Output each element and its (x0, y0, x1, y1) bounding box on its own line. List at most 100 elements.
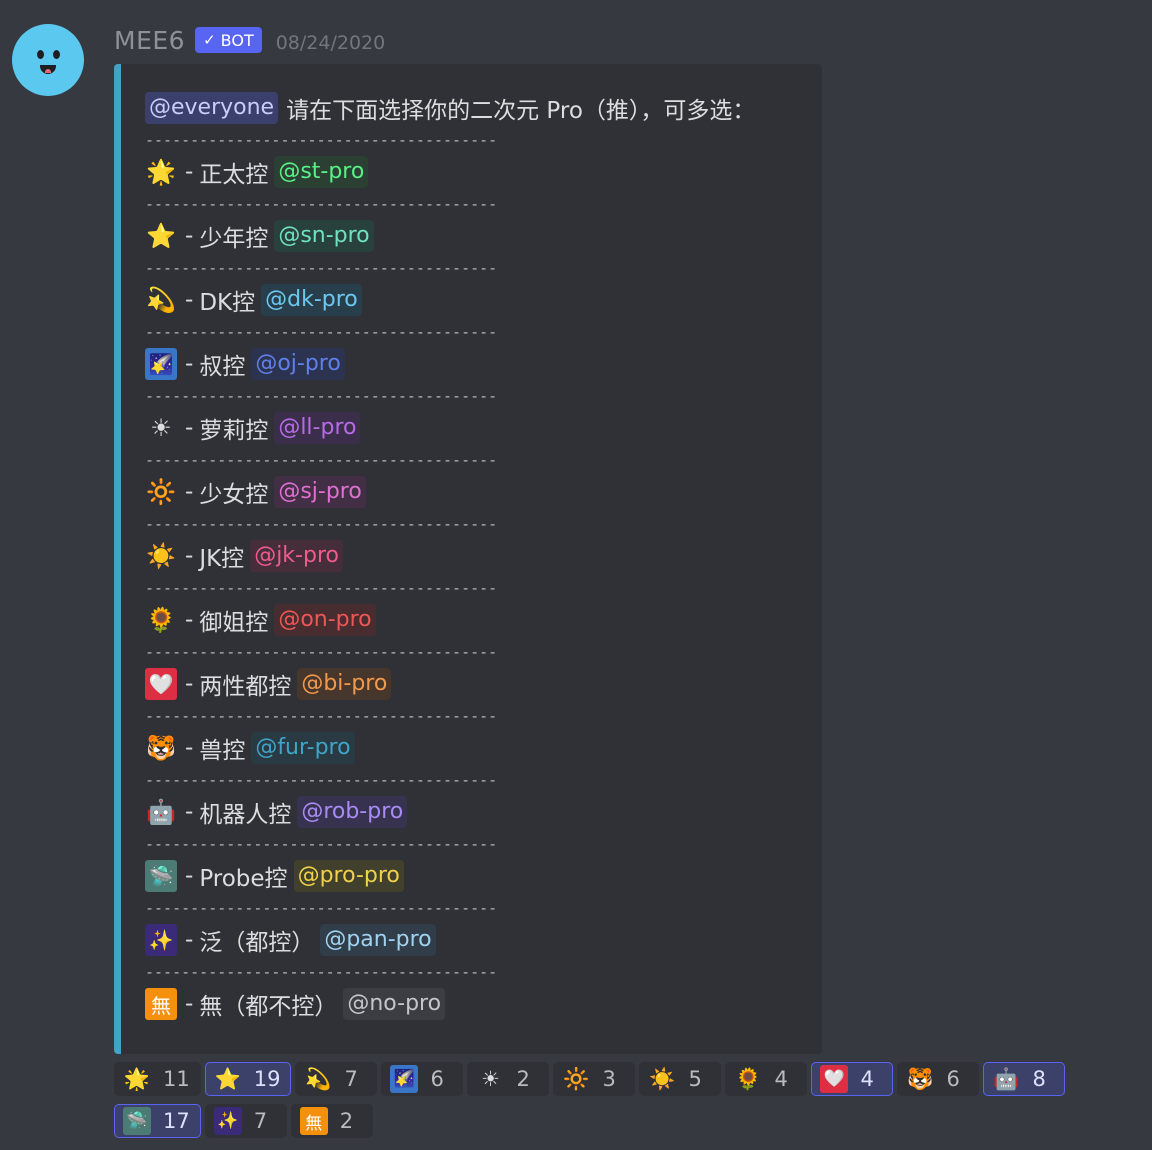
reaction-count: 19 (253, 1067, 281, 1091)
embed-description: @everyone 请在下面选择你的二次元 Pro（推），可多选： ------… (145, 90, 802, 1022)
reaction-button[interactable]: 🤖 8 (983, 1062, 1066, 1096)
reaction-button[interactable]: 🌻 4 (725, 1062, 808, 1096)
milky-way-icon: ✨ (213, 1107, 242, 1135)
bright-sun-icon: 🔆 (563, 1066, 590, 1091)
role-mention[interactable]: @sj-pro (274, 476, 366, 508)
bright-sun-icon: 🔆 (146, 478, 176, 506)
message-header: MEE6 ✓ BOT 08/24/2020 (114, 22, 385, 58)
milky-way-icon: ✨ (145, 924, 177, 956)
separator-dash: - (185, 159, 194, 185)
reaction-button[interactable]: ⭐ 19 (204, 1062, 292, 1096)
role-option-label: DK控 (199, 290, 256, 316)
shooting-star-icon: 🌠 (390, 1065, 419, 1093)
divider-line: --------------------------------------- (145, 771, 498, 789)
role-mention[interactable]: @dk-pro (261, 284, 362, 316)
reaction-button[interactable]: 🐯 6 (897, 1062, 980, 1096)
robot-face-icon: 🤖 (993, 1066, 1020, 1091)
divider-line: --------------------------------------- (145, 515, 498, 533)
divider-line: --------------------------------------- (145, 643, 498, 661)
reaction-count: 11 (163, 1067, 190, 1091)
reaction-count: 2 (339, 1109, 354, 1133)
role-mention[interactable]: @pro-pro (293, 860, 404, 892)
reaction-count: 17 (163, 1109, 190, 1133)
embed-intro: @everyone 请在下面选择你的二次元 Pro（推），可多选： (145, 90, 802, 126)
role-option-label: 無（都不控） (199, 994, 338, 1020)
divider-line: --------------------------------------- (145, 387, 498, 405)
star-icon: ⭐ (146, 222, 176, 250)
divider-line: --------------------------------------- (145, 835, 498, 853)
role-mention[interactable]: @bi-pro (297, 668, 392, 700)
reaction-count: 2 (516, 1067, 530, 1091)
divider-line: --------------------------------------- (145, 259, 498, 277)
role-mention[interactable]: @on-pro (274, 604, 376, 636)
reaction-count: 4 (774, 1067, 788, 1091)
separator-dash: - (185, 479, 194, 505)
separator-dash: - (185, 287, 194, 313)
avatar[interactable] (12, 24, 84, 96)
separator-dash: - (185, 863, 194, 889)
separator-dash: - (185, 415, 194, 441)
reaction-count: 7 (344, 1067, 358, 1091)
role-option-row: 無 - 無（都不控） @no-pro (145, 986, 802, 1022)
reaction-count: 4 (860, 1067, 874, 1091)
role-mention[interactable]: @pan-pro (320, 924, 436, 956)
role-option-label: 两性都控 (199, 674, 292, 700)
message-embed: @everyone 请在下面选择你的二次元 Pro（推），可多选： ------… (114, 64, 822, 1054)
role-option-row: 🤖 - 机器人控 @rob-pro (145, 794, 802, 830)
role-option-label: 泛（都控） (199, 930, 315, 956)
intro-text: 请在下面选择你的二次元 Pro（推），可多选： (286, 98, 756, 124)
reaction-button[interactable]: 🔆 3 (553, 1062, 636, 1096)
divider-line: --------------------------------------- (145, 963, 498, 981)
mu-button-icon: 無 (145, 988, 177, 1020)
role-mention[interactable]: @ll-pro (274, 412, 361, 444)
avatar-mouth (40, 65, 56, 74)
reaction-count: 6 (946, 1067, 960, 1091)
message-timestamp[interactable]: 08/24/2020 (276, 32, 386, 54)
role-mention[interactable]: @oj-pro (251, 348, 345, 380)
role-mention[interactable]: @fur-pro (251, 732, 355, 764)
separator-dash: - (185, 799, 194, 825)
separator-dash: - (185, 223, 194, 249)
reaction-button[interactable]: 🤍 4 (811, 1062, 894, 1096)
role-option-row: 🌠 - 叔控 @oj-pro (145, 346, 802, 382)
role-mention[interactable]: @no-pro (343, 988, 446, 1020)
author-name[interactable]: MEE6 (114, 26, 185, 55)
glowing-star-icon: 🌟 (123, 1066, 151, 1091)
reaction-button[interactable]: 🛸 17 (114, 1104, 201, 1138)
reaction-button[interactable]: 💫 7 (295, 1062, 378, 1096)
reaction-button[interactable]: ☀ 2 (467, 1062, 550, 1096)
divider-line: --------------------------------------- (145, 579, 498, 597)
role-mention[interactable]: @jk-pro (250, 540, 343, 572)
sun-icon: ☀️ (146, 542, 176, 570)
sunflower-icon: 🌻 (735, 1066, 762, 1091)
avatar-eye (37, 50, 44, 59)
robot-face-icon: 🤖 (146, 798, 176, 826)
shooting-star-icon: 🌠 (145, 348, 177, 380)
role-mention[interactable]: @rob-pro (297, 796, 408, 828)
reaction-button[interactable]: ☀️ 5 (639, 1062, 722, 1096)
bot-tag: ✓ BOT (195, 27, 262, 53)
white-heart-icon: 🤍 (820, 1065, 849, 1093)
role-option-row: 🐯 - 兽控 @fur-pro (145, 730, 802, 766)
reaction-button[interactable]: 🌠 6 (381, 1062, 464, 1096)
reaction-button[interactable]: 🌟 11 (114, 1062, 201, 1096)
sun-icon: ☀️ (649, 1066, 676, 1091)
divider-line: --------------------------------------- (145, 323, 498, 341)
role-mention[interactable]: @sn-pro (274, 220, 374, 252)
separator-dash: - (185, 735, 194, 761)
role-option-row: 🛸 - Probe控 @pro-pro (145, 858, 802, 894)
role-option-label: 少女控 (199, 482, 269, 508)
divider-line: --------------------------------------- (145, 195, 498, 213)
everyone-mention[interactable]: @everyone (145, 92, 279, 124)
sunflower-icon: 🌻 (146, 606, 176, 634)
role-option-row: ☀️ - JK控 @jk-pro (145, 538, 802, 574)
role-option-row: 🌻 - 御姐控 @on-pro (145, 602, 802, 638)
separator-dash: - (185, 543, 194, 569)
reaction-button[interactable]: 無2 (290, 1104, 373, 1138)
role-mention[interactable]: @st-pro (274, 156, 369, 188)
role-option-row: ☀ - 萝莉控 @ll-pro (145, 410, 802, 446)
tiger-face-icon: 🐯 (146, 734, 176, 762)
reaction-button[interactable]: ✨ 7 (204, 1104, 287, 1138)
separator-dash: - (185, 927, 194, 953)
separator-dash: - (185, 607, 194, 633)
